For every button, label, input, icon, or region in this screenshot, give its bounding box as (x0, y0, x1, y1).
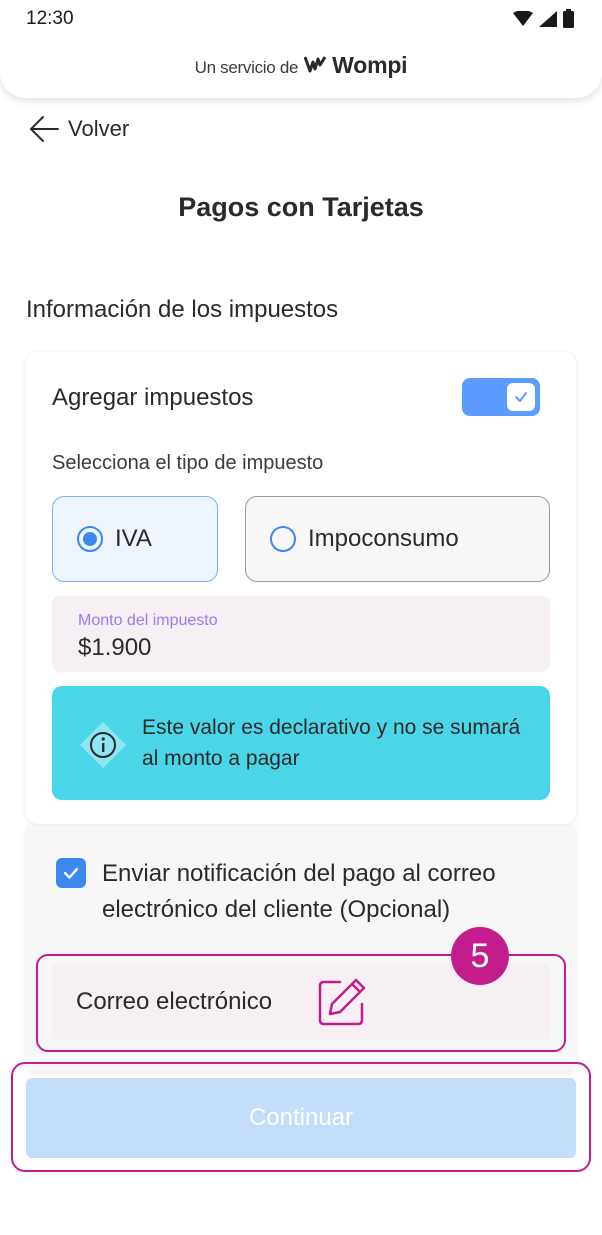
step-badge: 5 (451, 927, 509, 985)
brand-name: Wompi (332, 52, 408, 78)
add-taxes-label: Agregar impuestos (52, 384, 254, 411)
info-banner: Este valor es declarativo y no se sumará… (52, 686, 550, 800)
notify-checkbox[interactable] (56, 858, 86, 888)
toggle-knob (507, 383, 535, 411)
tax-amount-label: Monto del impuesto (78, 612, 218, 629)
info-text: Este valor es declarativo y no se sumará… (142, 716, 521, 770)
arrow-left-icon (30, 116, 59, 142)
tax-amount-value: $1.900 (78, 634, 152, 661)
brand-prefix: Un servicio de (194, 58, 299, 77)
wifi-icon (513, 10, 533, 26)
tax-option-iva[interactable]: IVA (52, 496, 218, 582)
status-time: 12:30 (26, 8, 74, 29)
add-taxes-toggle[interactable] (462, 378, 540, 416)
tax-option-label: Impoconsumo (308, 525, 459, 552)
check-icon (515, 392, 527, 402)
brand: Un servicio de Wompi (0, 52, 602, 79)
tax-option-impoconsumo[interactable]: Impoconsumo (245, 496, 550, 582)
page-title: Pagos con Tarjetas (178, 192, 424, 222)
battery-icon (563, 9, 574, 28)
email-placeholder: Correo electrónico (76, 988, 273, 1015)
section-title: Información de los impuestos (26, 296, 339, 323)
edit-icon[interactable] (316, 976, 368, 1028)
back-button[interactable]: Volver (28, 114, 129, 144)
radio-unselected-icon (270, 526, 296, 552)
tax-option-label: IVA (115, 525, 152, 552)
continue-button[interactable]: Continuar (26, 1078, 576, 1158)
wompi-logo-icon (304, 56, 327, 73)
info-icon (80, 722, 126, 768)
status-bar: 12:30 (0, 0, 602, 40)
check-icon (63, 867, 79, 879)
tax-type-label: Selecciona el tipo de impuesto (52, 452, 324, 474)
radio-selected-icon (77, 526, 103, 552)
status-icons (513, 9, 574, 28)
back-label: Volver (68, 116, 130, 141)
notify-label: Enviar notificación del pago al correo e… (102, 860, 496, 923)
signal-icon (539, 10, 557, 27)
tax-card: Agregar impuestos Selecciona el tipo de … (26, 352, 576, 824)
tax-amount-field: Monto del impuesto $1.900 (52, 596, 550, 672)
